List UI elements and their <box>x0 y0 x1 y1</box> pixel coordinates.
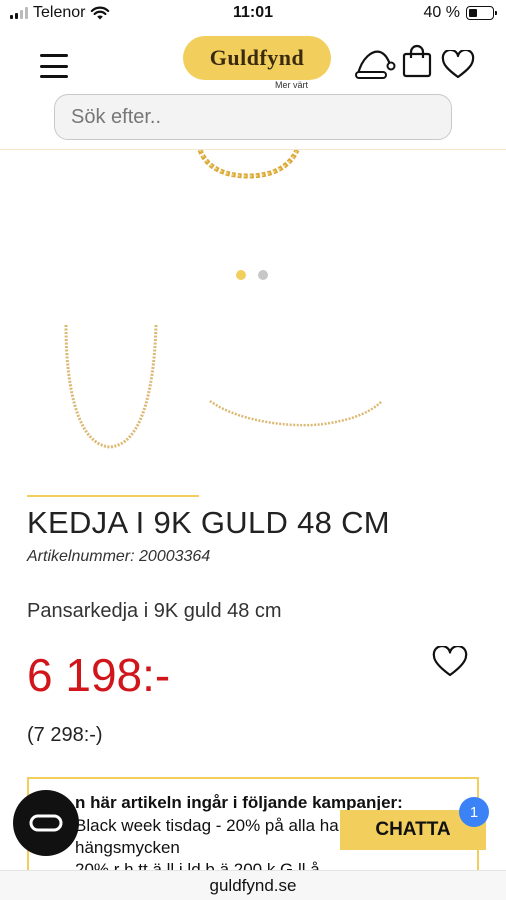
product-price: 6 198:- <box>27 649 171 701</box>
product-title: KEDJA I 9K GULD 48 CM <box>27 505 390 540</box>
search-input[interactable] <box>55 95 451 139</box>
santa-hat-icon[interactable] <box>354 46 398 80</box>
product-thumbnails <box>64 324 383 449</box>
original-price: (7 298:-) <box>27 724 103 746</box>
carousel-dot-1[interactable] <box>236 270 246 280</box>
add-to-wishlist-heart-icon[interactable] <box>432 646 468 678</box>
carousel-dots <box>236 270 268 280</box>
logo-tagline: Mer värt <box>275 80 309 90</box>
campaign-item-text: Black week tisdag - 20% på alla ha <box>75 816 339 835</box>
site-header: Guldfynd Mer värt <box>0 28 506 150</box>
title-accent-line <box>27 495 199 497</box>
browser-url: guldfynd.se <box>209 876 297 895</box>
shopping-bag-icon[interactable] <box>401 44 433 78</box>
chat-notification-badge: 1 <box>459 797 489 827</box>
thumbnail-2[interactable] <box>209 399 383 427</box>
chat-widget-button[interactable] <box>13 790 79 856</box>
logo[interactable]: Guldfynd <box>183 36 331 80</box>
campaign-item-text: hängsmycken <box>75 838 180 857</box>
search-field[interactable] <box>54 94 452 140</box>
battery-level <box>469 9 478 17</box>
menu-icon[interactable] <box>40 54 68 78</box>
chat-logo-icon <box>29 814 63 832</box>
battery-percent: 40 % <box>423 4 460 21</box>
carousel-dot-2[interactable] <box>258 270 268 280</box>
logo-text: Guldfynd <box>209 45 305 70</box>
battery-icon <box>466 6 497 20</box>
thumbnail-1[interactable] <box>64 324 158 449</box>
heart-icon[interactable] <box>441 50 475 80</box>
browser-url-bar[interactable]: guldfynd.se <box>0 870 506 900</box>
article-number: Artikelnummer: 20003364 <box>27 548 211 565</box>
status-right: 40 % <box>423 4 497 22</box>
product-description: Pansarkedja i 9K guld 48 cm <box>27 600 282 622</box>
status-bar: Telenor 11:01 40 % <box>0 0 506 28</box>
